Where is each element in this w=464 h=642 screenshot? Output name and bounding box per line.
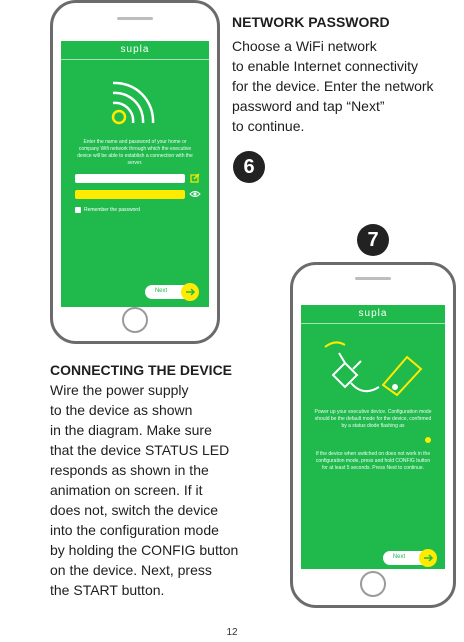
text-line: in the diagram. Make sure <box>50 422 212 438</box>
arrow-right-icon <box>419 549 437 567</box>
phone-home-button <box>122 307 148 333</box>
phone-speaker <box>355 277 391 280</box>
config-instruction-text: If the device when switched on does not … <box>315 451 431 471</box>
status-led-icon <box>425 437 431 443</box>
connecting-device-text: Wire the power supply to the device as s… <box>50 380 238 600</box>
text-line: to the device as shown <box>50 402 193 418</box>
eye-icon[interactable] <box>189 189 201 199</box>
phone-home-button <box>360 571 386 597</box>
step-7-badge: 7 <box>357 224 389 256</box>
remember-checkbox[interactable] <box>75 207 81 220</box>
instruction-text: Enter the name and password of your home… <box>77 139 193 166</box>
text-line: on the device. Next, press <box>50 562 212 578</box>
power-plug-icon <box>324 341 423 397</box>
text-line: Choose a WiFi network <box>232 38 377 54</box>
remember-label: Remember the password <box>84 207 140 213</box>
wifi-password-input[interactable] <box>75 190 185 199</box>
connecting-device-heading: CONNECTING THE DEVICE <box>50 362 233 378</box>
step-6-badge: 6 <box>233 151 265 183</box>
phone-connecting-device: supla Power up your executive device. Co… <box>290 262 456 608</box>
phone-screen: supla Enter the name and password of you… <box>61 41 209 307</box>
next-button-label: Next <box>392 554 406 560</box>
wifi-icon <box>111 81 155 125</box>
next-button[interactable]: Next <box>145 283 199 301</box>
edit-icon[interactable] <box>190 173 200 183</box>
page-number: 12 <box>226 627 238 638</box>
instruction-text: Power up your executive device. Configur… <box>314 409 432 429</box>
arrow-right-icon <box>181 283 199 301</box>
text-line: by holding the CONFIG button <box>50 542 239 558</box>
text-line: the START button. <box>50 582 165 598</box>
text-line: does not, switch the device <box>50 502 219 518</box>
text-line: that the device STATUS LED <box>50 442 230 458</box>
app-header: supla <box>61 41 209 60</box>
text-line: into the configuration mode <box>50 522 219 538</box>
network-password-heading: NETWORK PASSWORD <box>232 14 390 30</box>
text-line: to continue. <box>232 118 305 134</box>
next-button[interactable]: Next <box>383 549 437 567</box>
text-line: responds as shown in the <box>50 462 209 478</box>
supla-logo: supla <box>358 308 388 319</box>
supla-logo: supla <box>120 44 150 55</box>
text-line: for the device. Enter the network <box>232 78 434 94</box>
app-header: supla <box>301 305 445 324</box>
wifi-name-input[interactable] <box>75 174 185 183</box>
text-line: animation on screen. If it <box>50 482 203 498</box>
phone-speaker <box>117 17 153 20</box>
phone-screen: supla Power up your executive device. Co… <box>301 305 445 569</box>
text-line: password and tap “Next” <box>232 98 385 114</box>
text-line: Wire the power supply <box>50 382 189 398</box>
next-button-label: Next <box>154 288 168 294</box>
network-password-text: Choose a WiFi network to enable Internet… <box>232 36 434 136</box>
phone-network-password: supla Enter the name and password of you… <box>50 0 220 344</box>
text-line: to enable Internet connectivity <box>232 58 419 74</box>
